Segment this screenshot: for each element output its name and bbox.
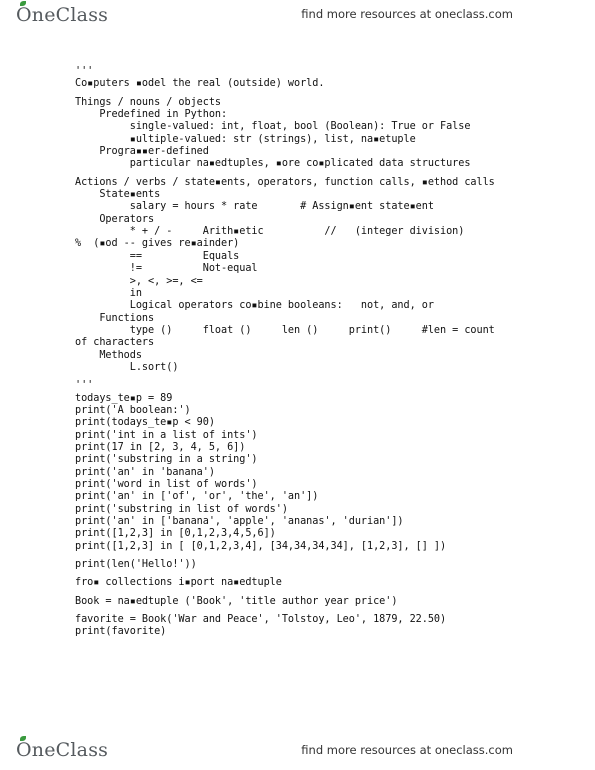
text-line: Progra▪▪er-defined bbox=[75, 146, 209, 158]
text-line: print('an' in 'banana') bbox=[75, 466, 215, 478]
text-line: print(17 in [2, 3, 4, 5, 6]) bbox=[75, 441, 246, 453]
text-line: Methods bbox=[75, 349, 142, 361]
text-line: print('substring in a string') bbox=[75, 454, 258, 466]
text-line: * + / - Arith▪etic // (integer division) bbox=[75, 226, 465, 238]
text-line: print(todays_te▪p < 90) bbox=[75, 417, 215, 429]
text-line: salary = hours * rate # Assign▪ent state… bbox=[75, 201, 434, 213]
text-line: print('an' in ['banana', 'apple', 'anana… bbox=[75, 516, 404, 528]
text-line: Book = na▪edtuple ('Book', 'title author… bbox=[75, 595, 398, 607]
text-line: print('A boolean:') bbox=[75, 404, 191, 416]
text-line: print([1,2,3] in [ [0,1,2,3,4], [34,34,3… bbox=[75, 540, 447, 552]
page-footer: OneClass find more resources at oneclass… bbox=[0, 735, 595, 765]
logo-first-letter: O bbox=[16, 4, 32, 26]
text-line: Predefined in Python: bbox=[75, 109, 228, 121]
text-line: print('word in list of words') bbox=[75, 479, 258, 490]
text-line: print(favorite) bbox=[75, 626, 167, 638]
text-line: print('substring in list of words') bbox=[75, 503, 288, 515]
logo-first-letter: O bbox=[16, 739, 32, 761]
page-header: OneClass find more resources at oneclass… bbox=[0, 0, 595, 30]
text-line: Co▪puters ▪odel the real (outside) world… bbox=[75, 78, 325, 90]
logo-text: neClass bbox=[31, 4, 109, 26]
text-line: print(len('Hello!')) bbox=[75, 559, 197, 571]
text-line: particular na▪edtuples, ▪ore co▪plicated… bbox=[75, 158, 471, 170]
text-line: Operators bbox=[75, 213, 155, 225]
logo-o: O bbox=[16, 736, 32, 761]
header-tagline-link[interactable]: find more resources at oneclass.com bbox=[301, 7, 513, 21]
text-line: print([1,2,3] in [0,1,2,3,4,5,6]) bbox=[75, 528, 276, 540]
text-line: ▪ultiple-valued: str (strings), list, na… bbox=[75, 133, 416, 145]
text-line: != Not-equal bbox=[75, 263, 258, 275]
text-line: Actions / verbs / state▪ents, operators,… bbox=[75, 176, 495, 188]
text-line: ''' bbox=[75, 380, 94, 392]
text-line: type () float () len () print() #len = c… bbox=[75, 324, 495, 336]
text-line: L.sort() bbox=[75, 361, 179, 373]
text-line: of characters bbox=[75, 337, 155, 349]
text-line: fro▪ collections i▪port na▪edtuple bbox=[75, 577, 282, 589]
oneclass-logo[interactable]: OneClass bbox=[16, 1, 109, 26]
logo-text: neClass bbox=[31, 739, 109, 761]
logo-o: O bbox=[16, 1, 32, 26]
text-line: Things / nouns / objects bbox=[75, 96, 222, 108]
text-line: ''' bbox=[75, 66, 94, 77]
text-line: single-valued: int, float, bool (Boolean… bbox=[75, 121, 471, 133]
text-line: todays_te▪p = 89 bbox=[75, 392, 173, 404]
oneclass-logo-footer[interactable]: OneClass bbox=[16, 736, 109, 761]
text-line: print('int in a list of ints') bbox=[75, 429, 258, 441]
text-line: State▪ents bbox=[75, 189, 161, 201]
text-line: % (▪od -- gives re▪ainder) bbox=[75, 238, 240, 250]
document-body: ''' Co▪puters ▪odel the real (outside) wo… bbox=[75, 66, 495, 639]
text-line: Functions bbox=[75, 312, 155, 324]
text-line: == Equals bbox=[75, 250, 240, 262]
text-line: favorite = Book('War and Peace', 'Tolsto… bbox=[75, 614, 447, 626]
footer-tagline-link[interactable]: find more resources at oneclass.com bbox=[301, 743, 513, 757]
text-line: print('an' in ['of', 'or', 'the', 'an']) bbox=[75, 491, 319, 503]
text-line: Logical operators co▪bine booleans: not,… bbox=[75, 300, 434, 312]
text-line: >, <, >=, <= bbox=[75, 275, 203, 287]
text-line: in bbox=[75, 287, 142, 299]
